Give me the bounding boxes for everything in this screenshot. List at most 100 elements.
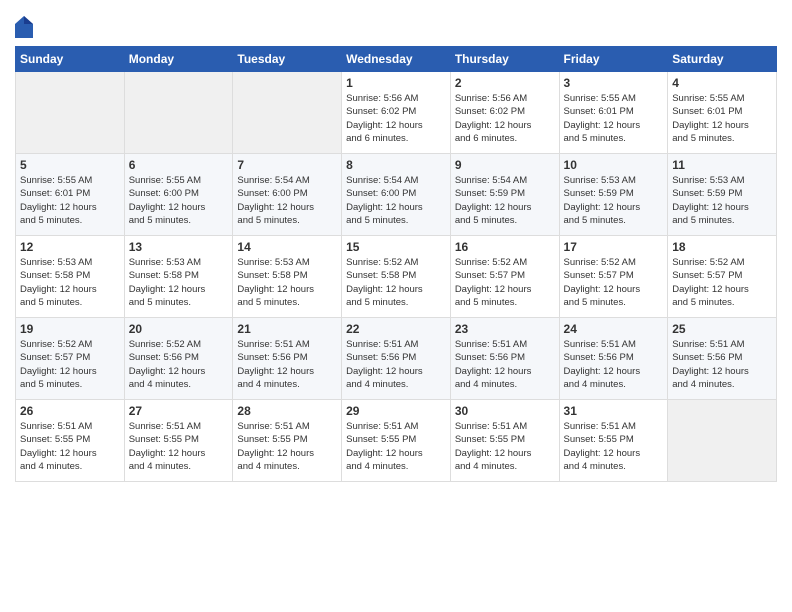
calendar-cell: 2 Sunrise: 5:56 AM Sunset: 6:02 PM Daylig…: [450, 72, 559, 154]
calendar-cell: 16 Sunrise: 5:52 AM Sunset: 5:57 PM Dayli…: [450, 236, 559, 318]
day-number: 7: [237, 158, 337, 172]
day-info: Sunrise: 5:51 AM Sunset: 5:55 PM Dayligh…: [455, 420, 555, 473]
day-info: Sunrise: 5:51 AM Sunset: 5:56 PM Dayligh…: [672, 338, 772, 391]
calendar-week-5: 26 Sunrise: 5:51 AM Sunset: 5:55 PM Dayli…: [16, 400, 777, 482]
calendar-cell: [124, 72, 233, 154]
day-info: Sunrise: 5:56 AM Sunset: 6:02 PM Dayligh…: [346, 92, 446, 145]
day-number: 15: [346, 240, 446, 254]
day-number: 6: [129, 158, 229, 172]
calendar-cell: 22 Sunrise: 5:51 AM Sunset: 5:56 PM Dayli…: [342, 318, 451, 400]
day-info: Sunrise: 5:51 AM Sunset: 5:56 PM Dayligh…: [346, 338, 446, 391]
day-info: Sunrise: 5:51 AM Sunset: 5:55 PM Dayligh…: [20, 420, 120, 473]
calendar-cell: 25 Sunrise: 5:51 AM Sunset: 5:56 PM Dayli…: [668, 318, 777, 400]
day-number: 26: [20, 404, 120, 418]
day-info: Sunrise: 5:55 AM Sunset: 6:01 PM Dayligh…: [672, 92, 772, 145]
day-number: 21: [237, 322, 337, 336]
day-number: 14: [237, 240, 337, 254]
calendar-cell: [668, 400, 777, 482]
logo-icon: [15, 16, 33, 38]
day-info: Sunrise: 5:53 AM Sunset: 5:58 PM Dayligh…: [237, 256, 337, 309]
calendar-cell: 10 Sunrise: 5:53 AM Sunset: 5:59 PM Dayli…: [559, 154, 668, 236]
calendar-cell: [233, 72, 342, 154]
day-number: 22: [346, 322, 446, 336]
logo: [15, 16, 37, 38]
calendar-cell: 23 Sunrise: 5:51 AM Sunset: 5:56 PM Dayli…: [450, 318, 559, 400]
calendar-week-2: 5Sunrise: 5:55 AM Sunset: 6:01 PM Daylig…: [16, 154, 777, 236]
calendar-table: SundayMondayTuesdayWednesdayThursdayFrid…: [15, 46, 777, 482]
day-number: 9: [455, 158, 555, 172]
header-day-monday: Monday: [124, 47, 233, 72]
calendar-cell: 8 Sunrise: 5:54 AM Sunset: 6:00 PM Daylig…: [342, 154, 451, 236]
header-row: SundayMondayTuesdayWednesdayThursdayFrid…: [16, 47, 777, 72]
header: [15, 10, 777, 38]
calendar-cell: 11Sunrise: 5:53 AM Sunset: 5:59 PM Dayli…: [668, 154, 777, 236]
calendar-cell: 4 Sunrise: 5:55 AM Sunset: 6:01 PM Daylig…: [668, 72, 777, 154]
calendar-cell: 5Sunrise: 5:55 AM Sunset: 6:01 PM Daylig…: [16, 154, 125, 236]
day-info: Sunrise: 5:53 AM Sunset: 5:59 PM Dayligh…: [564, 174, 664, 227]
header-day-tuesday: Tuesday: [233, 47, 342, 72]
day-number: 18: [672, 240, 772, 254]
day-info: Sunrise: 5:52 AM Sunset: 5:57 PM Dayligh…: [672, 256, 772, 309]
day-info: Sunrise: 5:51 AM Sunset: 5:55 PM Dayligh…: [237, 420, 337, 473]
day-info: Sunrise: 5:55 AM Sunset: 6:01 PM Dayligh…: [564, 92, 664, 145]
day-number: 27: [129, 404, 229, 418]
page: SundayMondayTuesdayWednesdayThursdayFrid…: [0, 0, 792, 612]
calendar-cell: 28Sunrise: 5:51 AM Sunset: 5:55 PM Dayli…: [233, 400, 342, 482]
day-number: 2: [455, 76, 555, 90]
day-info: Sunrise: 5:52 AM Sunset: 5:57 PM Dayligh…: [20, 338, 120, 391]
calendar-week-4: 19Sunrise: 5:52 AM Sunset: 5:57 PM Dayli…: [16, 318, 777, 400]
calendar-body: 1 Sunrise: 5:56 AM Sunset: 6:02 PM Daylig…: [16, 72, 777, 482]
calendar-cell: 15 Sunrise: 5:52 AM Sunset: 5:58 PM Dayli…: [342, 236, 451, 318]
calendar-cell: 7Sunrise: 5:54 AM Sunset: 6:00 PM Daylig…: [233, 154, 342, 236]
calendar-cell: 1 Sunrise: 5:56 AM Sunset: 6:02 PM Daylig…: [342, 72, 451, 154]
day-number: 1: [346, 76, 446, 90]
day-info: Sunrise: 5:56 AM Sunset: 6:02 PM Dayligh…: [455, 92, 555, 145]
day-number: 31: [564, 404, 664, 418]
calendar-cell: 29Sunrise: 5:51 AM Sunset: 5:55 PM Dayli…: [342, 400, 451, 482]
day-info: Sunrise: 5:53 AM Sunset: 5:59 PM Dayligh…: [672, 174, 772, 227]
calendar-cell: 26 Sunrise: 5:51 AM Sunset: 5:55 PM Dayli…: [16, 400, 125, 482]
calendar-cell: 21 Sunrise: 5:51 AM Sunset: 5:56 PM Dayli…: [233, 318, 342, 400]
calendar-cell: 14 Sunrise: 5:53 AM Sunset: 5:58 PM Dayli…: [233, 236, 342, 318]
day-info: Sunrise: 5:51 AM Sunset: 5:55 PM Dayligh…: [564, 420, 664, 473]
header-day-thursday: Thursday: [450, 47, 559, 72]
day-info: Sunrise: 5:51 AM Sunset: 5:56 PM Dayligh…: [455, 338, 555, 391]
day-info: Sunrise: 5:52 AM Sunset: 5:57 PM Dayligh…: [564, 256, 664, 309]
day-number: 10: [564, 158, 664, 172]
day-number: 4: [672, 76, 772, 90]
day-info: Sunrise: 5:53 AM Sunset: 5:58 PM Dayligh…: [129, 256, 229, 309]
day-info: Sunrise: 5:53 AM Sunset: 5:58 PM Dayligh…: [20, 256, 120, 309]
calendar-cell: 17 Sunrise: 5:52 AM Sunset: 5:57 PM Dayli…: [559, 236, 668, 318]
day-info: Sunrise: 5:51 AM Sunset: 5:56 PM Dayligh…: [237, 338, 337, 391]
calendar-cell: 20 Sunrise: 5:52 AM Sunset: 5:56 PM Dayli…: [124, 318, 233, 400]
day-number: 17: [564, 240, 664, 254]
calendar-cell: 18 Sunrise: 5:52 AM Sunset: 5:57 PM Dayli…: [668, 236, 777, 318]
day-number: 24: [564, 322, 664, 336]
day-number: 8: [346, 158, 446, 172]
day-number: 25: [672, 322, 772, 336]
day-info: Sunrise: 5:54 AM Sunset: 6:00 PM Dayligh…: [346, 174, 446, 227]
day-number: 30: [455, 404, 555, 418]
day-info: Sunrise: 5:52 AM Sunset: 5:56 PM Dayligh…: [129, 338, 229, 391]
header-day-saturday: Saturday: [668, 47, 777, 72]
day-number: 16: [455, 240, 555, 254]
day-info: Sunrise: 5:55 AM Sunset: 6:01 PM Dayligh…: [20, 174, 120, 227]
calendar-cell: 9Sunrise: 5:54 AM Sunset: 5:59 PM Daylig…: [450, 154, 559, 236]
calendar-cell: 24Sunrise: 5:51 AM Sunset: 5:56 PM Dayli…: [559, 318, 668, 400]
header-day-friday: Friday: [559, 47, 668, 72]
calendar-cell: 6 Sunrise: 5:55 AM Sunset: 6:00 PM Daylig…: [124, 154, 233, 236]
day-info: Sunrise: 5:52 AM Sunset: 5:57 PM Dayligh…: [455, 256, 555, 309]
day-info: Sunrise: 5:52 AM Sunset: 5:58 PM Dayligh…: [346, 256, 446, 309]
calendar-cell: 13Sunrise: 5:53 AM Sunset: 5:58 PM Dayli…: [124, 236, 233, 318]
calendar-header: SundayMondayTuesdayWednesdayThursdayFrid…: [16, 47, 777, 72]
calendar-cell: 19Sunrise: 5:52 AM Sunset: 5:57 PM Dayli…: [16, 318, 125, 400]
calendar-week-1: 1 Sunrise: 5:56 AM Sunset: 6:02 PM Daylig…: [16, 72, 777, 154]
calendar-week-3: 12Sunrise: 5:53 AM Sunset: 5:58 PM Dayli…: [16, 236, 777, 318]
calendar-cell: 12Sunrise: 5:53 AM Sunset: 5:58 PM Dayli…: [16, 236, 125, 318]
day-number: 29: [346, 404, 446, 418]
day-info: Sunrise: 5:55 AM Sunset: 6:00 PM Dayligh…: [129, 174, 229, 227]
calendar-cell: 30 Sunrise: 5:51 AM Sunset: 5:55 PM Dayli…: [450, 400, 559, 482]
day-number: 23: [455, 322, 555, 336]
day-number: 20: [129, 322, 229, 336]
header-day-sunday: Sunday: [16, 47, 125, 72]
